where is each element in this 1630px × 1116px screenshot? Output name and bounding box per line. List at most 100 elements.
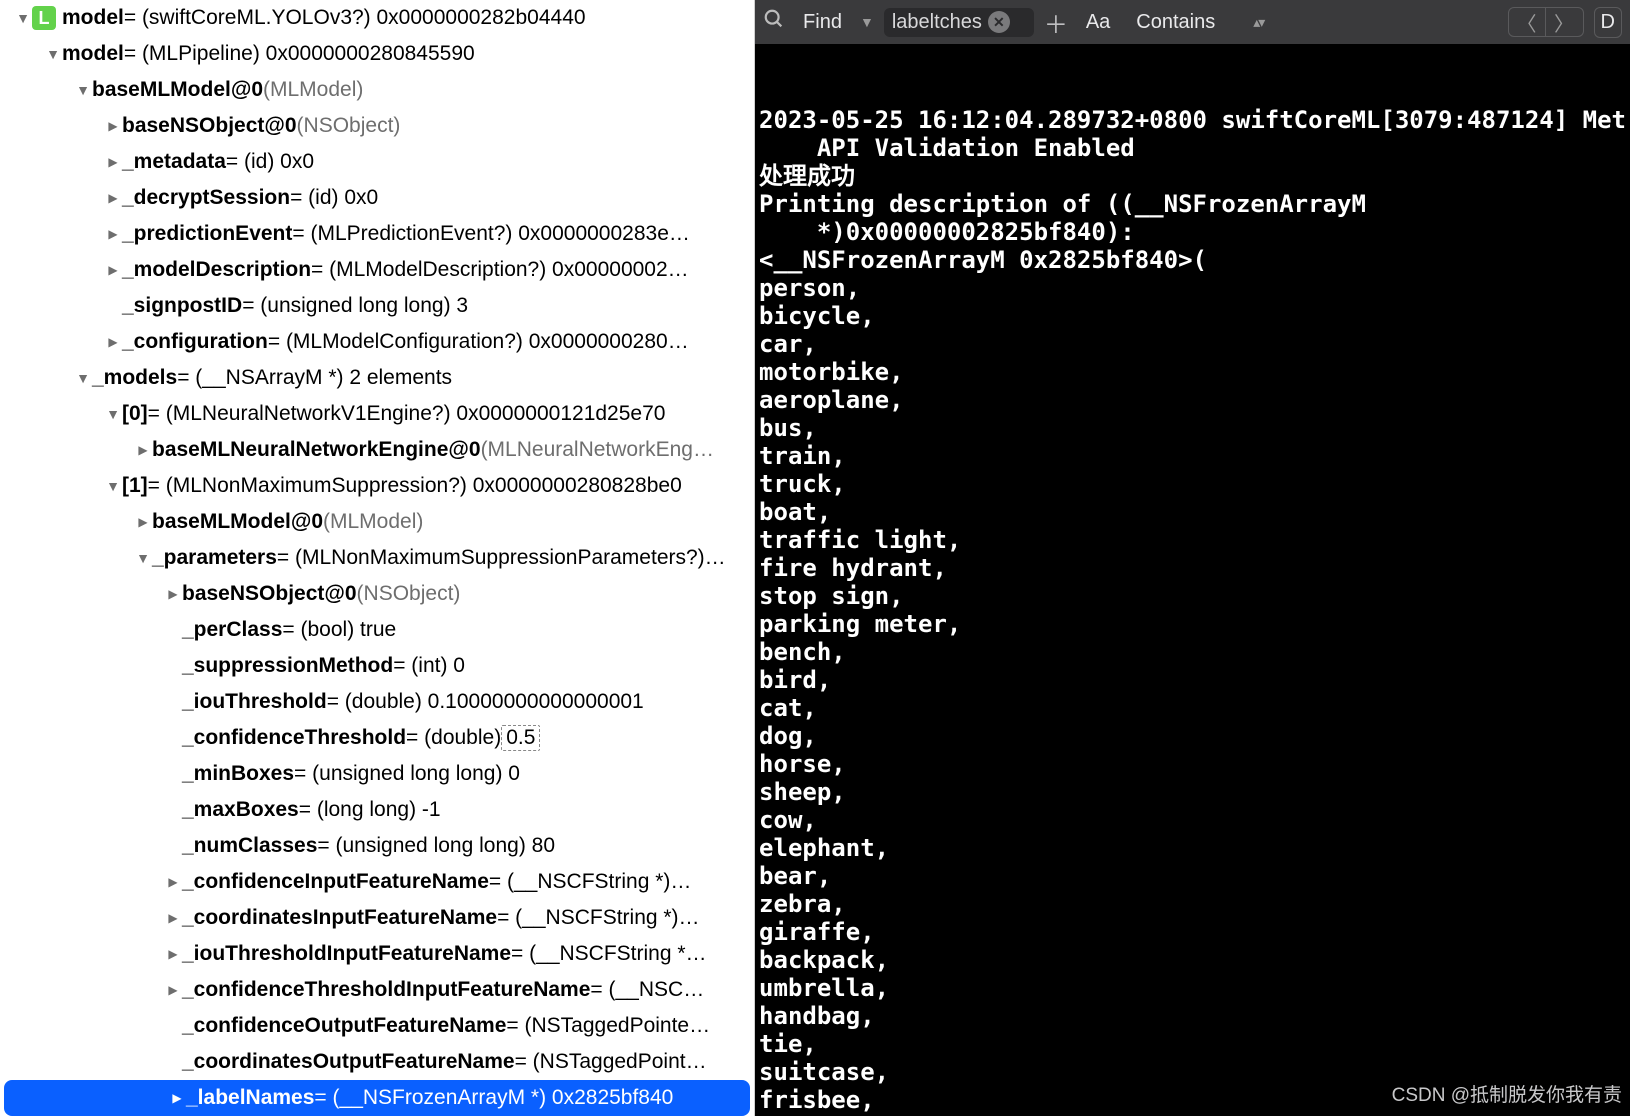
chevron-right-icon[interactable]: ▶ — [104, 227, 122, 241]
tree-row[interactable]: ▶_decryptSession = (id) 0x0 — [0, 180, 754, 216]
row-value: = (NSTaggedPointe… — [506, 1014, 710, 1038]
tree-row[interactable]: ▶_confidenceThresholdInputFeatureName = … — [0, 972, 754, 1008]
chevron-right-icon[interactable]: ▶ — [134, 515, 152, 529]
tree-row[interactable]: _perClass = (bool) true — [0, 612, 754, 648]
chevron-right-icon[interactable]: ▶ — [164, 947, 182, 961]
row-value: = (double) — [406, 726, 501, 750]
row-value: = (__NSFrozenArrayM *) 0x2825bf840 — [314, 1086, 673, 1110]
row-name: _confidenceInputFeatureName — [182, 870, 489, 894]
row-value: = (bool) true — [282, 618, 396, 642]
contains-button[interactable]: Contains — [1128, 9, 1223, 36]
chevron-down-icon[interactable]: ▼ — [44, 46, 62, 62]
clear-icon[interactable]: ✕ — [988, 11, 1010, 33]
console-line: bus, — [759, 414, 1626, 442]
tree-row[interactable]: _minBoxes = (unsigned long long) 0 — [0, 756, 754, 792]
tree-row[interactable]: ▼_parameters = (MLNonMaximumSuppressionP… — [0, 540, 754, 576]
chevron-right-icon[interactable]: ▶ — [168, 1091, 186, 1105]
tree-row[interactable]: _numClasses = (unsigned long long) 80 — [0, 828, 754, 864]
chevron-down-icon[interactable]: ▼ — [860, 14, 874, 30]
console-line: traffic light, — [759, 526, 1626, 554]
tree-row[interactable]: ▼baseMLModel@0 (MLModel) — [0, 72, 754, 108]
row-name: baseMLModel@0 — [92, 78, 263, 102]
tree-row[interactable]: ▶_coordinatesInputFeatureName = (__NSCFS… — [0, 900, 754, 936]
tree-row[interactable]: ▼[0] = (MLNeuralNetworkV1Engine?) 0x0000… — [0, 396, 754, 432]
console-line: bird, — [759, 666, 1626, 694]
console-line: API Validation Enabled — [759, 134, 1626, 162]
row-value: = (id) 0x0 — [290, 186, 378, 210]
row-name: _labelNames — [186, 1086, 314, 1110]
case-sensitive-button[interactable]: Aa — [1078, 9, 1118, 36]
tree-row[interactable]: ▶_iouThresholdInputFeatureName = (__NSCF… — [0, 936, 754, 972]
tree-row[interactable]: ▶_predictionEvent = (MLPredictionEvent?)… — [0, 216, 754, 252]
row-name: _coordinatesOutputFeatureName — [182, 1050, 515, 1074]
search-icon — [763, 8, 785, 36]
chevron-right-icon[interactable]: ▶ — [104, 191, 122, 205]
tree-row[interactable]: _confidenceThreshold = (double) 0.5 — [0, 720, 754, 756]
chevron-down-icon[interactable]: ▼ — [104, 478, 122, 494]
tree-row[interactable]: _confidenceOutputFeatureName = (NSTagged… — [0, 1008, 754, 1044]
tree-row[interactable]: ▶baseNSObject@0 (NSObject) — [0, 576, 754, 612]
chevron-right-icon[interactable]: ▶ — [104, 335, 122, 349]
console-line: person, — [759, 274, 1626, 302]
chevron-down-icon[interactable]: ▼ — [74, 370, 92, 386]
chevron-right-icon[interactable]: ▶ — [164, 911, 182, 925]
chevron-down-icon[interactable]: ▼ — [104, 406, 122, 422]
tree-row[interactable]: ▶_configuration = (MLModelConfiguration?… — [0, 324, 754, 360]
plus-icon[interactable]: ＋ — [1044, 5, 1068, 40]
console-line: *)0x00000002825bf840): — [759, 218, 1626, 246]
edited-value[interactable]: 0.5 — [501, 725, 540, 751]
chevron-right-icon[interactable]: ▶ — [134, 443, 152, 457]
tree-row[interactable]: ▼model = (MLPipeline) 0x0000000280845590 — [0, 36, 754, 72]
console-line: horse, — [759, 750, 1626, 778]
next-match-button[interactable]: 〉 — [1546, 7, 1584, 37]
chevron-right-icon[interactable]: ▶ — [104, 119, 122, 133]
prev-match-button[interactable]: 〈 — [1508, 7, 1546, 37]
console-line: cat, — [759, 694, 1626, 722]
row-type: (MLModel) — [323, 510, 423, 534]
chevron-down-icon[interactable]: ▼ — [134, 550, 152, 566]
tree-row[interactable]: ▶_modelDescription = (MLModelDescription… — [0, 252, 754, 288]
console-line: motorbike, — [759, 358, 1626, 386]
console-line: dog, — [759, 722, 1626, 750]
chevron-down-icon[interactable]: ▼ — [74, 82, 92, 98]
row-value: = (unsigned long long) 80 — [317, 834, 555, 858]
console-line: <__NSFrozenArrayM 0x2825bf840>( — [759, 246, 1626, 274]
chevron-right-icon[interactable]: ▶ — [164, 983, 182, 997]
row-value: = (MLNeuralNetworkV1Engine?) 0x000000012… — [148, 402, 666, 426]
done-button[interactable]: D — [1594, 7, 1622, 38]
tree-row[interactable]: _maxBoxes = (long long) -1 — [0, 792, 754, 828]
tree-row[interactable]: _coordinatesOutputFeatureName = (NSTagge… — [0, 1044, 754, 1080]
console-line: backpack, — [759, 946, 1626, 974]
chevron-right-icon[interactable]: ▶ — [104, 263, 122, 277]
tree-row[interactable]: ▶baseNSObject@0 (NSObject) — [0, 108, 754, 144]
tree-row[interactable]: _iouThreshold = (double) 0.1000000000000… — [0, 684, 754, 720]
chevron-right-icon[interactable]: ▶ — [164, 587, 182, 601]
row-name: _confidenceOutputFeatureName — [182, 1014, 506, 1038]
chevron-down-icon[interactable]: ▼ — [14, 10, 32, 26]
chevron-updown-icon[interactable]: ▴▾ — [1253, 14, 1263, 31]
search-input[interactable]: labeltches ✕ — [884, 8, 1034, 37]
find-label[interactable]: Find — [795, 9, 850, 36]
find-bar: Find ▼ labeltches ✕ ＋ Aa Contains ▴▾ 〈 〉… — [755, 0, 1630, 44]
variables-tree[interactable]: ▼Lmodel = (swiftCoreML.YOLOv3?) 0x000000… — [0, 0, 755, 1116]
console-output[interactable]: 2023-05-25 16:12:04.289732+0800 swiftCor… — [755, 44, 1630, 1116]
chevron-right-icon[interactable]: ▶ — [104, 155, 122, 169]
chevron-right-icon[interactable]: ▶ — [164, 875, 182, 889]
row-name: _configuration — [122, 330, 268, 354]
console-line: 处理成功 — [759, 162, 1626, 190]
tree-row[interactable]: _signpostID = (unsigned long long) 3 — [0, 288, 754, 324]
tree-row[interactable]: ▼[1] = (MLNonMaximumSuppression?) 0x0000… — [0, 468, 754, 504]
tree-row[interactable]: ▶_labelNames = (__NSFrozenArrayM *) 0x28… — [4, 1080, 750, 1116]
row-name: model — [62, 6, 124, 30]
row-name: _coordinatesInputFeatureName — [182, 906, 497, 930]
tree-row[interactable]: _suppressionMethod = (int) 0 — [0, 648, 754, 684]
tree-row[interactable]: ▶baseMLModel@0 (MLModel) — [0, 504, 754, 540]
tree-row[interactable]: ▶baseMLNeuralNetworkEngine@0 (MLNeuralNe… — [0, 432, 754, 468]
row-value: = (MLPipeline) 0x0000000280845590 — [124, 42, 475, 66]
console-line: car, — [759, 330, 1626, 358]
tree-row[interactable]: ▼_models = (__NSArrayM *) 2 elements — [0, 360, 754, 396]
tree-row[interactable]: ▼Lmodel = (swiftCoreML.YOLOv3?) 0x000000… — [0, 0, 754, 36]
tree-row[interactable]: ▶_metadata = (id) 0x0 — [0, 144, 754, 180]
console-line: sheep, — [759, 778, 1626, 806]
tree-row[interactable]: ▶_confidenceInputFeatureName = (__NSCFSt… — [0, 864, 754, 900]
